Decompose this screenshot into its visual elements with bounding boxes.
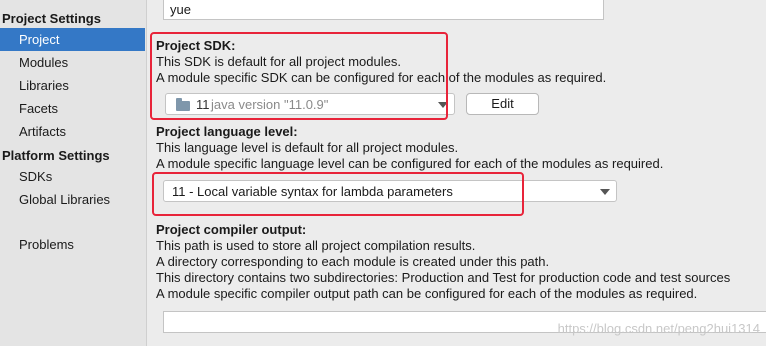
project-name-input[interactable]: yue — [163, 0, 604, 20]
platform-settings-header: Platform Settings — [2, 148, 110, 163]
project-name-value: yue — [170, 2, 191, 17]
sdk-edit-button[interactable]: Edit — [466, 93, 539, 115]
compiler-output-label: Project compiler output: — [156, 222, 307, 237]
language-level-select[interactable]: 11 - Local variable syntax for lambda pa… — [163, 180, 617, 202]
sdk-version-detail: java version "11.0.9" — [211, 97, 329, 112]
project-settings-panel: yue Project SDK: This SDK is default for… — [147, 0, 766, 346]
language-level-label: Project language level: — [156, 124, 298, 139]
project-sdk-desc-2: A module specific SDK can be configured … — [156, 70, 607, 85]
compiler-output-desc-2: A directory corresponding to each module… — [156, 254, 550, 269]
language-level-desc-2: A module specific language level can be … — [156, 156, 664, 171]
project-settings-header: Project Settings — [2, 11, 101, 26]
folder-icon — [176, 98, 190, 111]
language-level-value: 11 - Local variable syntax for lambda pa… — [172, 184, 453, 199]
sidebar-item-libraries[interactable]: Libraries — [0, 74, 145, 97]
compiler-output-desc-3: This directory contains two subdirectori… — [156, 270, 731, 285]
compiler-output-desc-4: A module specific compiler output path c… — [156, 286, 698, 301]
compiler-output-desc-1: This path is used to store all project c… — [156, 238, 476, 253]
language-level-desc-1: This language level is default for all p… — [156, 140, 459, 155]
sidebar-item-modules[interactable]: Modules — [0, 51, 145, 74]
sidebar-item-project[interactable]: Project — [0, 28, 145, 51]
sidebar-item-artifacts[interactable]: Artifacts — [0, 120, 145, 143]
project-sdk-desc-1: This SDK is default for all project modu… — [156, 54, 401, 69]
sidebar-item-global-libraries[interactable]: Global Libraries — [0, 188, 145, 211]
settings-sidebar: Project Settings Project Modules Librari… — [0, 0, 147, 346]
chevron-down-icon — [600, 189, 610, 195]
sdk-version-number: 11 — [196, 97, 210, 112]
project-sdk-label: Project SDK: — [156, 38, 236, 53]
sidebar-item-problems[interactable]: Problems — [0, 233, 145, 256]
sidebar-item-facets[interactable]: Facets — [0, 97, 145, 120]
sidebar-item-sdks[interactable]: SDKs — [0, 165, 145, 188]
chevron-down-icon — [438, 102, 448, 108]
project-sdk-select[interactable]: 11 java version "11.0.9" — [165, 93, 455, 115]
watermark-text: https://blog.csdn.net/peng2hui1314 — [557, 321, 760, 336]
